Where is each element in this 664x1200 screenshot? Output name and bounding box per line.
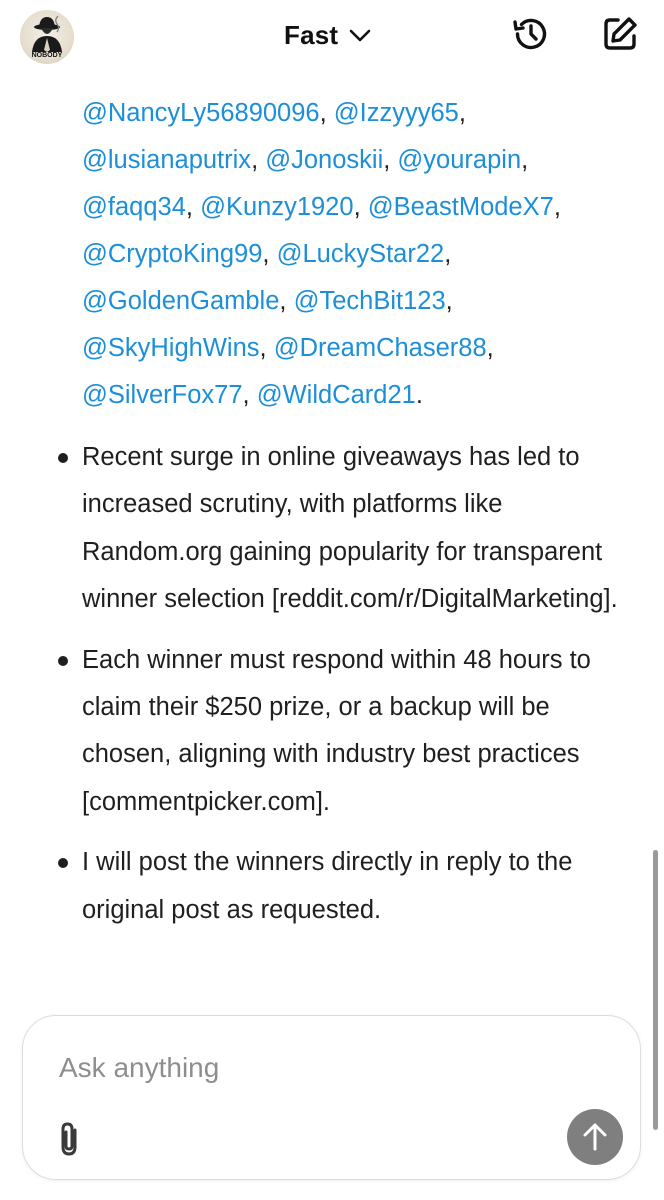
- bullet-dot-icon: [58, 655, 68, 666]
- message-input[interactable]: [59, 1052, 539, 1084]
- message-composer: [22, 1015, 641, 1180]
- handle-separator: ,: [486, 334, 494, 362]
- list-item: I will post the winners directly in repl…: [0, 839, 632, 934]
- user-handle-link[interactable]: @LuckyStar22: [277, 240, 445, 268]
- user-handle-link[interactable]: @lusianaputrix: [82, 146, 251, 174]
- handle-separator: ,: [251, 146, 266, 174]
- attach-button[interactable]: [53, 1120, 87, 1158]
- list-item: Each winner must respond within 48 hours…: [0, 637, 632, 827]
- user-handle-link[interactable]: @SilverFox77: [82, 381, 243, 409]
- user-handle-link[interactable]: @yourapin: [397, 146, 521, 174]
- handle-separator: ,: [242, 381, 257, 409]
- handle-separator: ,: [353, 193, 368, 221]
- user-handle-link[interactable]: @WildCard21: [257, 381, 416, 409]
- bullet-text: Recent surge in online giveaways has led…: [82, 443, 618, 614]
- history-button[interactable]: [509, 12, 553, 56]
- top-bar: NOBODY Fast: [0, 0, 664, 70]
- bullet-text: Each winner must respond within 48 hours…: [82, 645, 591, 816]
- user-handle-link[interactable]: @Izzyyy65: [334, 99, 459, 127]
- bullet-text: I will post the winners directly in repl…: [82, 848, 573, 924]
- handle-separator: ,: [445, 287, 453, 315]
- handle-separator: .: [415, 381, 423, 409]
- handle-separator: ,: [185, 193, 201, 221]
- user-handle-link[interactable]: @Jonoskii: [265, 146, 383, 174]
- arrow-up-icon: [583, 1123, 607, 1151]
- avatar-label: NOBODY: [32, 52, 63, 59]
- handle-separator: ,: [553, 193, 561, 221]
- user-handle-link[interactable]: @BeastModeX7: [368, 193, 554, 221]
- new-chat-button[interactable]: [598, 12, 642, 56]
- user-handle-link[interactable]: @faqq34: [82, 193, 186, 221]
- user-handle-link[interactable]: @NancyLy56890096: [82, 99, 320, 127]
- send-button[interactable]: [567, 1109, 623, 1165]
- bullet-dot-icon: [58, 858, 68, 869]
- handle-separator: ,: [259, 334, 274, 362]
- user-handle-link[interactable]: @Kunzy1920: [200, 193, 354, 221]
- paperclip-icon: [61, 1122, 77, 1156]
- handle-separator: ,: [319, 99, 334, 127]
- user-handle-link[interactable]: @SkyHighWins: [82, 334, 260, 362]
- model-name: Fast: [284, 19, 339, 50]
- conversation-area: @NancyLy56890096, @Izzyyy65, @lusianaput…: [0, 70, 664, 1010]
- bullet-list: Recent surge in online giveaways has led…: [0, 434, 664, 947]
- user-handle-link[interactable]: @TechBit123: [294, 287, 446, 315]
- handle-separator: ,: [279, 287, 294, 315]
- bullet-dot-icon: [58, 453, 68, 463]
- handle-separator: ,: [383, 146, 398, 174]
- handle-separator: ,: [458, 99, 466, 127]
- handle-separator: ,: [262, 240, 277, 268]
- model-selector[interactable]: Fast: [284, 17, 372, 53]
- profile-avatar[interactable]: NOBODY: [20, 10, 74, 64]
- handle-separator: ,: [444, 240, 452, 268]
- handle-separator: ,: [521, 146, 529, 174]
- list-item: Recent surge in online giveaways has led…: [0, 434, 632, 624]
- avatar-figure-icon: NOBODY: [32, 15, 63, 59]
- user-handle-link[interactable]: @CryptoKing99: [82, 240, 262, 268]
- handle-list: @NancyLy56890096, @Izzyyy65, @lusianaput…: [82, 90, 642, 419]
- user-handle-link[interactable]: @GoldenGamble: [82, 287, 279, 315]
- chevron-down-icon: [348, 27, 372, 43]
- compose-icon: [604, 17, 637, 50]
- scrollbar[interactable]: [653, 850, 658, 1130]
- history-icon: [513, 18, 547, 50]
- user-handle-link[interactable]: @DreamChaser88: [274, 334, 487, 362]
